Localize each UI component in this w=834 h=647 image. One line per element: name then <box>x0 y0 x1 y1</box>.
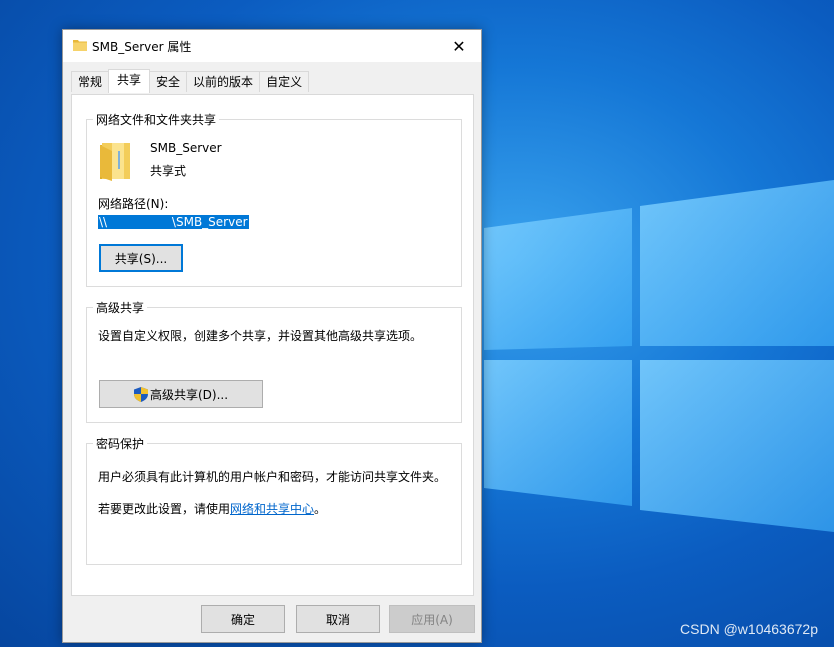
folder-name: SMB_Server <box>150 141 222 155</box>
close-button[interactable]: ✕ <box>437 30 481 62</box>
network-sharing-center-link[interactable]: 网络和共享中心 <box>230 502 314 516</box>
advanced-sharing-button[interactable]: 高级共享(D)... <box>99 380 263 408</box>
folder-icon <box>73 40 87 51</box>
group-title: 网络文件和文件夹共享 <box>93 111 220 128</box>
tab-strip: 常规 共享 安全 以前的版本 自定义 <box>71 69 310 93</box>
tab-security[interactable]: 安全 <box>149 71 188 92</box>
group-title: 高级共享 <box>93 299 148 316</box>
title-bar[interactable]: SMB_Server 属性 ✕ <box>63 30 481 62</box>
advanced-sharing-description: 设置自定义权限，创建多个共享，并设置其他高级共享选项。 <box>98 329 423 343</box>
network-path-value[interactable]: \\ \SMB_Server <box>98 215 249 229</box>
password-protection-text: 用户必须具有此计算机的用户帐户和密码，才能访问共享文件夹。 <box>98 470 447 484</box>
hint-prefix: 若要更改此设置，请使用 <box>98 502 231 516</box>
tab-general[interactable]: 常规 <box>71 71 110 92</box>
watermark-text: CSDN @w10463672p <box>680 621 818 637</box>
network-path-label: 网络路径(N): <box>98 197 169 211</box>
share-button[interactable]: 共享(S)... <box>99 244 183 272</box>
hint-suffix: 。 <box>314 502 327 516</box>
dialog-title: SMB_Server 属性 <box>92 40 192 54</box>
windows-logo <box>484 180 834 532</box>
ok-button[interactable]: 确定 <box>201 605 285 633</box>
cancel-button[interactable]: 取消 <box>296 605 380 633</box>
share-state-text: 共享式 <box>150 164 187 178</box>
uac-shield-icon <box>133 386 148 402</box>
shared-folder-icon <box>100 143 130 181</box>
properties-dialog: SMB_Server 属性 ✕ 常规 共享 安全 以前的版本 自定义 网络文件和… <box>62 29 482 643</box>
tab-sharing[interactable]: 共享 <box>108 69 151 93</box>
advanced-sharing-button-label: 高级共享(D)... <box>149 387 229 402</box>
tab-customize[interactable]: 自定义 <box>259 71 310 92</box>
apply-button[interactable]: 应用(A) <box>389 605 475 633</box>
tab-previous-versions[interactable]: 以前的版本 <box>186 71 261 92</box>
sharing-tab-panel: 网络文件和文件夹共享 SMB_Server 共享式 网络路径(N): \\ \S… <box>71 94 474 596</box>
password-protection-hint: 若要更改此设置，请使用网络和共享中心。 <box>98 500 326 517</box>
group-title: 密码保护 <box>93 435 148 452</box>
